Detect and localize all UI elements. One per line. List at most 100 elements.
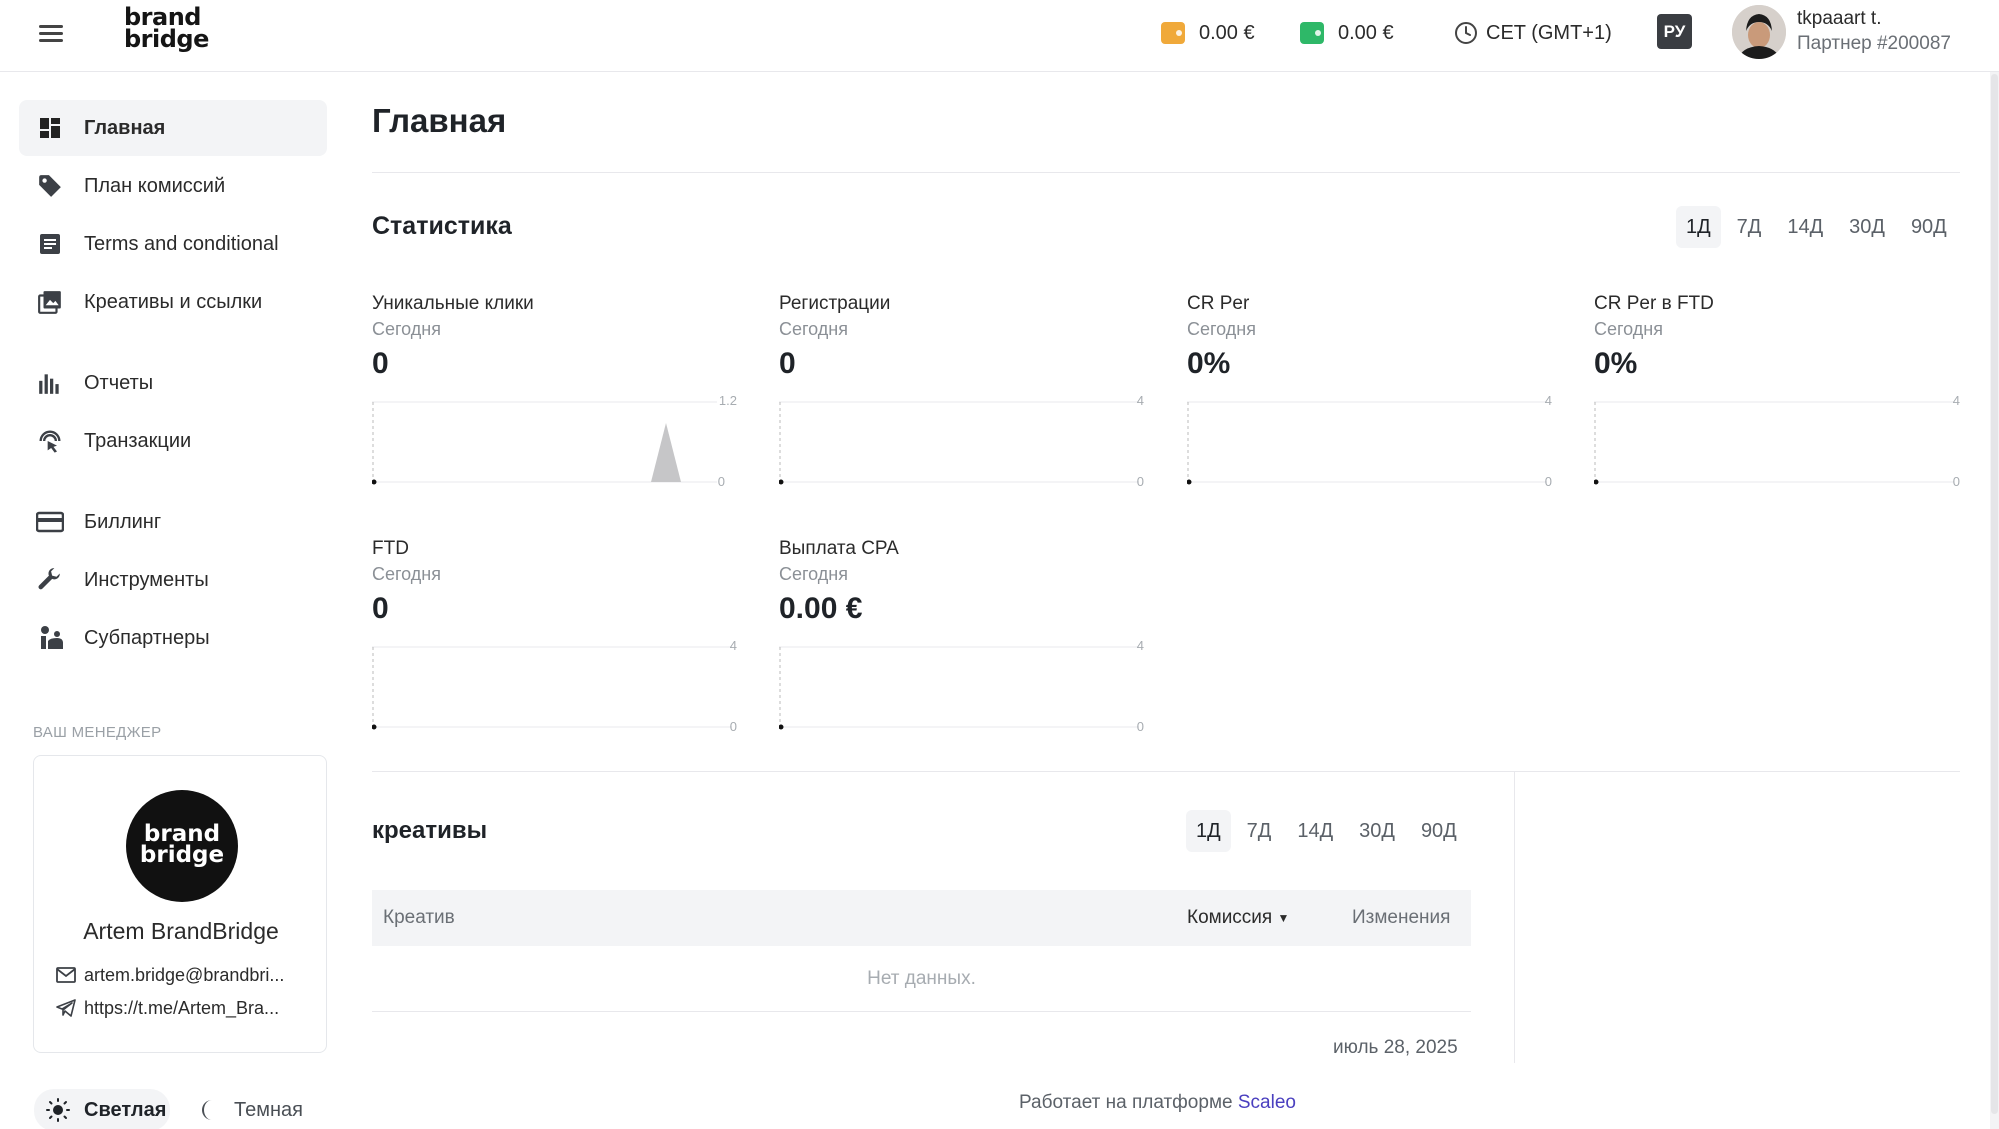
stat-label: Уникальные клики — [372, 293, 534, 314]
sparkline-peak — [651, 423, 681, 482]
stat-sparkline: 4 0 — [779, 394, 1144, 489]
sort-caret-down-icon: ▼ — [1277, 910, 1290, 925]
manager-telegram-link[interactable]: https://t.me/Artem_Bra... — [56, 996, 279, 1020]
vertical-divider — [1514, 771, 1515, 1063]
divider — [372, 172, 1960, 173]
statistics-title: Статистика — [372, 212, 512, 240]
y-axis-max-label: 4 — [1953, 394, 1960, 408]
stat-sparkline: 1.2 0 — [372, 394, 737, 489]
sidebar-item-label: Инструменты — [84, 568, 209, 591]
period-1d-button[interactable]: 1Д — [1186, 810, 1231, 852]
creatives-date: июль 28, 2025 — [1333, 1037, 1458, 1058]
tag-icon — [35, 171, 65, 201]
sidebar-item-reports[interactable]: Отчеты — [19, 355, 327, 411]
creatives-period-selector: 1Д 7Д 14Д 30Д 90Д — [1180, 810, 1467, 852]
period-14d-button[interactable]: 14Д — [1777, 206, 1833, 248]
timezone-selector[interactable]: CET (GMT+1) — [1454, 18, 1612, 48]
sidebar-item-label: Биллинг — [84, 510, 162, 533]
stat-period: Сегодня — [1594, 319, 1663, 339]
sidebar-item-label: Транзакции — [84, 429, 192, 452]
sidebar-item-billing[interactable]: Биллинг — [19, 494, 327, 550]
theme-light-button[interactable]: Светлая — [34, 1089, 170, 1129]
stat-period: Сегодня — [372, 564, 441, 584]
manager-email-link[interactable]: artem.bridge@brandbri... — [56, 963, 284, 987]
stat-card-registrations: Регистрации Сегодня 0 4 0 — [779, 293, 1149, 508]
user-name[interactable]: tkpaaart t. — [1797, 8, 1882, 30]
credit-card-icon — [35, 507, 65, 537]
y-axis-max-label: 4 — [1545, 394, 1552, 408]
stat-period: Сегодня — [779, 564, 848, 584]
sidebar-item-terms[interactable]: Terms and conditional — [19, 216, 327, 272]
stat-card-unique-clicks: Уникальные клики Сегодня 0 1.2 0 — [372, 293, 742, 508]
period-30d-button[interactable]: 30Д — [1349, 810, 1405, 852]
theme-dark-button[interactable]: Темная — [184, 1089, 303, 1129]
top-header: brand bridge 0.00 € 0.00 € CET (GMT+1) Р… — [0, 0, 1999, 72]
language-switcher[interactable]: РУ — [1657, 14, 1692, 49]
divider — [372, 771, 1960, 772]
balance-main-value: 0.00 € — [1199, 21, 1255, 44]
scaleo-link[interactable]: Scaleo — [1238, 1092, 1296, 1113]
telegram-icon — [56, 999, 76, 1017]
sidebar-item-label: Креативы и ссылки — [84, 290, 263, 313]
stat-label: FTD — [372, 538, 409, 559]
stat-period: Сегодня — [372, 319, 441, 339]
sidebar-item-home[interactable]: Главная — [19, 100, 327, 156]
avatar[interactable] — [1732, 5, 1786, 59]
period-7d-button[interactable]: 7Д — [1237, 810, 1282, 852]
dashboard-icon — [35, 113, 65, 143]
sidebar-item-creatives[interactable]: Креативы и ссылки — [19, 274, 327, 330]
y-axis-min-label: 0 — [1953, 474, 1960, 489]
y-axis-min-label: 0 — [1137, 719, 1144, 734]
brand-logo[interactable]: brand bridge — [124, 5, 209, 51]
menu-burger-icon[interactable] — [36, 18, 66, 48]
manager-logo: brand bridge — [126, 790, 238, 902]
stat-sparkline: 4 0 — [1187, 394, 1552, 489]
stats-period-selector: 1Д 7Д 14Д 30Д 90Д — [1670, 206, 1957, 248]
stat-sparkline: 4 0 — [779, 639, 1144, 734]
page-scrollbar[interactable] — [1990, 72, 1999, 1129]
manager-name: Artem BrandBridge — [83, 918, 279, 944]
period-14d-button[interactable]: 14Д — [1287, 810, 1343, 852]
stat-period: Сегодня — [779, 319, 848, 339]
stat-value: 0.00 € — [779, 592, 863, 625]
column-creative: Креатив — [383, 907, 455, 928]
wallet-icon — [1300, 22, 1324, 44]
moon-icon — [202, 1100, 212, 1120]
wrench-icon — [35, 565, 65, 595]
mail-icon — [56, 967, 76, 983]
sidebar-item-subpartners[interactable]: Субпартнеры — [19, 610, 327, 666]
stat-card-cpa-payout: Выплата CPA Сегодня 0.00 € 4 0 — [779, 538, 1149, 753]
period-90d-button[interactable]: 90Д — [1901, 206, 1957, 248]
balance-main[interactable]: 0.00 € — [1161, 18, 1255, 48]
period-7d-button[interactable]: 7Д — [1727, 206, 1772, 248]
sidebar-item-label: Terms and conditional — [84, 232, 279, 255]
manager-card: brand bridge Artem BrandBridge artem.bri… — [33, 755, 327, 1053]
theme-dark-label: Темная — [234, 1098, 303, 1121]
document-icon — [35, 229, 65, 259]
sidebar-item-transactions[interactable]: Транзакции — [19, 413, 327, 469]
column-changes: Изменения — [1352, 907, 1451, 928]
column-commission-sort[interactable]: Комиссия ▼ — [1187, 907, 1289, 929]
table-header: Креатив Комиссия ▼ Изменения — [372, 890, 1471, 946]
sidebar-item-label: Отчеты — [84, 371, 154, 394]
stat-label: CR Per — [1187, 293, 1250, 314]
period-90d-button[interactable]: 90Д — [1411, 810, 1467, 852]
sidebar-item-commission-plan[interactable]: План комиссий — [19, 158, 327, 214]
stat-card-cr-reg: CR Per Сегодня 0% 4 0 — [1187, 293, 1557, 508]
creatives-title: креативы — [372, 817, 488, 844]
period-1d-button[interactable]: 1Д — [1676, 206, 1721, 248]
balance-second[interactable]: 0.00 € — [1300, 18, 1394, 48]
y-axis-min-label: 0 — [730, 719, 737, 734]
period-30d-button[interactable]: 30Д — [1839, 206, 1895, 248]
sidebar-item-tools[interactable]: Инструменты — [19, 552, 327, 608]
sidebar-item-label: Главная — [84, 116, 166, 139]
stat-value: 0 — [372, 592, 389, 625]
y-axis-max-label: 4 — [730, 639, 737, 653]
table-empty-state: Нет данных. — [372, 946, 1471, 1012]
y-axis-min-label: 0 — [1137, 474, 1144, 489]
sidebar-item-label: План комиссий — [84, 174, 226, 197]
manager-section-title: ВАШ МЕНЕДЖЕР — [33, 724, 162, 741]
stat-label: Регистрации — [779, 293, 891, 314]
stat-value: 0% — [1187, 347, 1231, 380]
y-axis-max-label: 1.2 — [719, 394, 737, 408]
